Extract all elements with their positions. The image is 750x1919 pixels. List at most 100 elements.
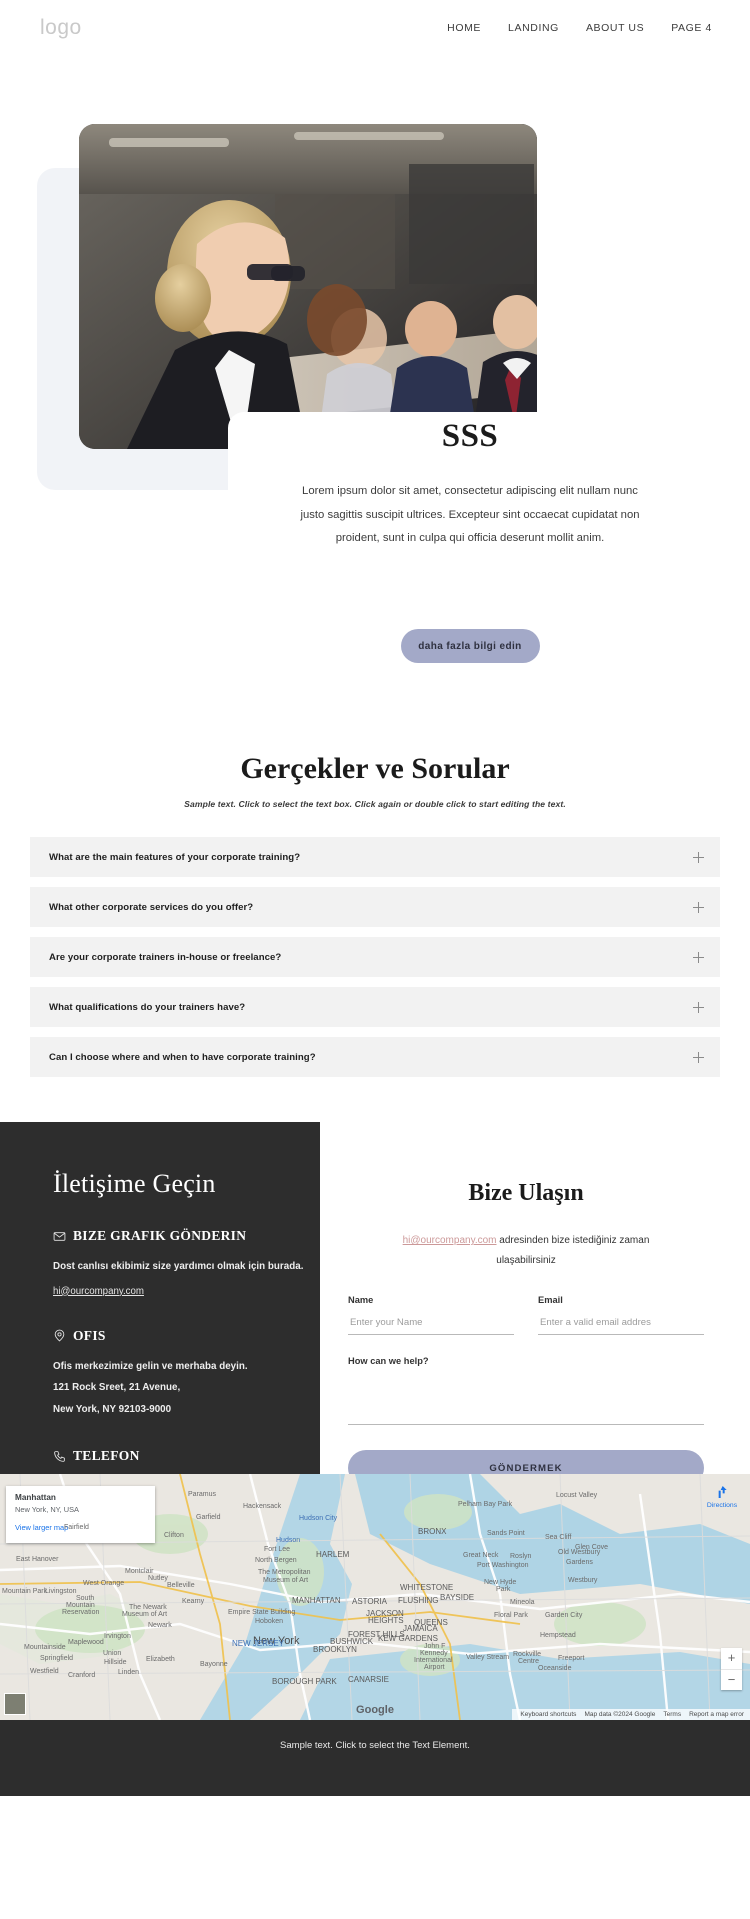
map-place-label: KEW GARDENS [378,1634,439,1643]
map-place-label: Linden [118,1669,140,1676]
street-view-thumbnail[interactable] [4,1693,26,1715]
nav-item-page-4[interactable]: PAGE 4 [671,22,712,34]
map-pin-icon [53,1329,66,1342]
message-textarea[interactable] [348,1373,704,1425]
keyboard-shortcuts-link[interactable]: Keyboard shortcuts [520,1711,576,1718]
map-place-label: Cranford [68,1672,96,1679]
faq-question: What are the main features of your corpo… [49,851,301,863]
nav-item-home[interactable]: HOME [447,22,481,34]
logo[interactable]: logo [40,16,82,40]
email-input[interactable] [538,1314,704,1335]
map-place-label: Newark [148,1622,172,1629]
map-place-label: Garden City [545,1612,583,1619]
directions-button[interactable]: Directions [702,1484,742,1509]
contact-email-link[interactable]: hi@ourcompany.com [53,1286,144,1297]
map-place-label: QUEENS [414,1618,448,1627]
map-place-label: Roslyn [510,1553,532,1560]
plus-icon[interactable] [693,901,704,913]
map-data-text: Map data ©2024 Google [584,1711,656,1718]
faq-item[interactable]: Can I choose where and when to have corp… [30,1037,720,1077]
hero-cta-wrap: daha fazla bilgi edin [228,629,712,663]
map-place-label: East Hanover [16,1556,59,1563]
map-place-label: Nutley [148,1575,168,1582]
map-place-label: Glen Cove [575,1544,609,1551]
faq-question: Can I choose where and when to have corp… [49,1051,316,1063]
contact-address-line-2: New York, NY 92103-9000 [53,1403,172,1415]
map-place-label: HEIGHTS [368,1616,404,1625]
zoom-out-button[interactable]: − [721,1669,742,1690]
map-info-card[interactable]: Manhattan New York, NY, USA View larger … [6,1486,155,1543]
form-field-message: How can we help? [348,1356,704,1430]
contact-info-panel: İletişime Geçin BIZE GRAFIK GÖNDERIN Dos… [0,1122,320,1517]
map-place-label: Livingston [45,1588,77,1595]
map-place-label: Union [103,1650,122,1657]
map-place-label: Park [496,1586,511,1593]
contact-block-body: Dost canlısı ekibimiz size yardımcı olma… [53,1261,304,1272]
faq-list: What are the main features of your corpo… [0,837,750,1077]
contact-heading: İletişime Geçin [53,1169,216,1198]
faq-title: Gerçekler ve Sorular [240,752,510,785]
map-place-label: Kennedy [420,1650,448,1657]
map-place-label: HARLEM [316,1550,350,1559]
map-place-label: North Bergen [255,1557,297,1564]
faq-item[interactable]: Are your corporate trainers in-house or … [30,937,720,977]
hero-card: SSS Lorem ipsum dolor sit amet, consecte… [228,412,712,579]
map-place-label: Elizabeth [146,1656,175,1663]
contact-section: İletişime Geçin BIZE GRAFIK GÖNDERIN Dos… [0,1122,750,1517]
zoom-in-button[interactable]: + [721,1648,742,1669]
envelope-icon [53,1230,66,1243]
map-place-label: BOROUGH PARK [272,1677,337,1686]
map-place-label: Great Neck [463,1552,499,1559]
learn-more-button[interactable]: daha fazla bilgi edin [400,629,540,663]
map-zoom-controls[interactable]: + − [721,1648,742,1690]
map-place-label: Bayonne [200,1661,228,1668]
map-place-label: Rockville [513,1651,542,1658]
map-place-label: Museum of Art [122,1611,168,1618]
map-place-label: Montclair [125,1568,154,1575]
map-place-label: Reservation [62,1609,100,1616]
map-place-label: BAYSIDE [440,1593,475,1602]
terms-link[interactable]: Terms [663,1711,681,1718]
faq-item[interactable]: What other corporate services do you off… [30,887,720,927]
plus-icon[interactable] [693,951,704,963]
contact-block-title: BIZE GRAFIK GÖNDERIN [73,1228,247,1243]
faq-item[interactable]: What qualifications do your trainers hav… [30,987,720,1027]
map-place-label: John F [424,1643,446,1650]
contact-block-title-row: BIZE GRAFIK GÖNDERIN [53,1228,320,1244]
site-header: logo HOME LANDING ABOUT US PAGE 4 [0,0,750,56]
map-place-label: Kearny [182,1598,205,1605]
site-footer: Sample text. Click to select the Text El… [0,1720,750,1796]
form-email-link[interactable]: hi@ourcompany.com [403,1235,497,1246]
map-place-label: West Orange [83,1580,125,1587]
faq-item[interactable]: What are the main features of your corpo… [30,837,720,877]
map-section[interactable]: Manhattan New York, NY, USA View larger … [0,1474,750,1720]
name-input[interactable] [348,1314,514,1335]
plus-icon[interactable] [693,851,704,863]
plus-icon[interactable] [693,1051,704,1063]
google-logo: Google [356,1704,394,1716]
form-note: hi@ourcompany.com adresinden bize istedi… [376,1231,676,1270]
plus-icon[interactable] [693,1001,704,1013]
map-place-label: Garfield [196,1514,221,1521]
hero-paragraph: Lorem ipsum dolor sit amet, consectetur … [300,485,640,545]
form-note-text: adresinden bize istediğiniz zaman ulaşab… [496,1235,650,1266]
directions-label: Directions [706,1502,738,1509]
map-place-label: South [76,1595,95,1602]
map-place-label: Clifton [164,1532,184,1539]
map-place-label: Fort Lee [264,1546,291,1553]
report-error-link[interactable]: Report a map error [689,1711,744,1718]
nav-item-about-us[interactable]: ABOUT US [586,22,644,34]
contact-block-office: OFIS Ofis merkezimize gelin ve merhaba d… [53,1328,320,1420]
map-place-label: Sea Cliff [545,1534,572,1541]
contact-block-email: BIZE GRAFIK GÖNDERIN Dost canlısı ekibim… [53,1228,320,1299]
map-place-label: Port Washington [477,1562,529,1569]
nav-item-landing[interactable]: LANDING [508,22,559,34]
hero-image [79,124,537,449]
contact-block-title-row: TELEFON [53,1448,320,1464]
map-place-label: Hillside [104,1659,127,1666]
map-place-label: BRONX [418,1527,447,1536]
map-place-label: Museum of Art [263,1577,309,1584]
map-place-label: Westbury [568,1577,598,1584]
hero-section: SSS Lorem ipsum dolor sit amet, consecte… [0,56,750,663]
phone-icon [53,1450,66,1463]
